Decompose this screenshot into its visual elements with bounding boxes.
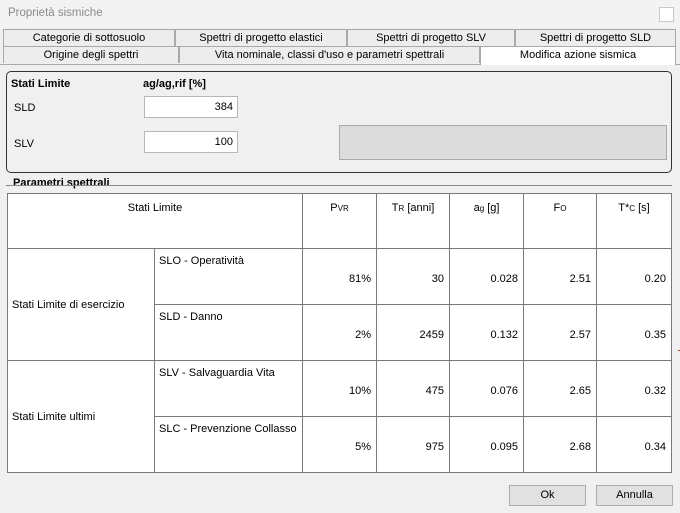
spectral-params-title: Parametri spettrali bbox=[13, 177, 110, 189]
pvr-main: P bbox=[330, 202, 338, 214]
table-row: Stati Limite di esercizio SLO - Operativ… bbox=[7, 248, 673, 361]
sld-label: SLD bbox=[14, 102, 36, 114]
cell-fo: 2.68 bbox=[523, 416, 598, 473]
cell-ag: 0.028 bbox=[449, 248, 525, 305]
col-header-tr: TR [anni] bbox=[376, 193, 451, 249]
cancel-button[interactable]: Annulla bbox=[596, 485, 673, 506]
sld-ratio-input[interactable]: 384 bbox=[144, 96, 238, 118]
col-header-tc: T*C [s] bbox=[596, 193, 673, 249]
spectral-params-table: Stati Limite PVR TR [anni] ag [g] FO T*C… bbox=[6, 193, 673, 473]
cell-tc: 0.34 bbox=[596, 416, 673, 473]
title-bar: Proprietà sismiche bbox=[0, 0, 680, 28]
limit-states-panel: Stati Limite ag/ag,rif [%] SLD 384 SLV 1… bbox=[6, 71, 672, 173]
tab-spettri-elastici[interactable]: Spettri di progetto elastici bbox=[175, 29, 347, 46]
group-esercizio: Stati Limite di esercizio bbox=[7, 248, 155, 361]
cell-fo: 2.57 bbox=[523, 304, 598, 361]
col-header-fo: FO bbox=[523, 193, 598, 249]
cell-tr: 2459 bbox=[376, 304, 451, 361]
fo-sub: O bbox=[560, 204, 567, 213]
tab-row-2: Origine degli spettri Vita nominale, cla… bbox=[0, 46, 680, 65]
window-title: Proprietà sismiche bbox=[8, 7, 103, 19]
tab-vita-nominale[interactable]: Vita nominale, classi d'uso e parametri … bbox=[179, 46, 480, 63]
tab-row-1: Categorie di sottosuolo Spettri di proge… bbox=[0, 29, 680, 46]
cell-pvr: 81% bbox=[302, 248, 378, 305]
row-name: SLD - Danno bbox=[153, 304, 304, 361]
tab-origine-spettri[interactable]: Origine degli spettri bbox=[3, 46, 179, 63]
cell-tc: 0.32 bbox=[596, 360, 673, 417]
cell-pvr: 2% bbox=[302, 304, 378, 361]
tc-unit: [s] bbox=[635, 202, 650, 214]
cell-tc: 0.35 bbox=[596, 304, 673, 361]
ag-unit: [g] bbox=[484, 202, 500, 214]
cell-pvr: 10% bbox=[302, 360, 378, 417]
tab-spettri-sld[interactable]: Spettri di progetto SLD bbox=[515, 29, 676, 46]
ratio-header: ag/ag,rif [%] bbox=[143, 78, 206, 90]
cell-tr: 475 bbox=[376, 360, 451, 417]
tc-main: T* bbox=[618, 202, 630, 214]
close-button[interactable] bbox=[659, 7, 674, 22]
tr-main: T bbox=[391, 202, 399, 214]
tab-modifica-azione-sismica[interactable]: Modifica azione sismica bbox=[480, 46, 676, 65]
preview-area bbox=[339, 125, 667, 160]
pvr-sub: VR bbox=[337, 204, 349, 213]
group-ultimi: Stati Limite ultimi bbox=[7, 360, 155, 473]
cell-pvr: 5% bbox=[302, 416, 378, 473]
slv-ratio-input[interactable]: 100 bbox=[144, 131, 238, 153]
cell-ag: 0.132 bbox=[449, 304, 525, 361]
row-name: SLC - Prevenzione Collasso bbox=[153, 416, 304, 473]
cell-fo: 2.51 bbox=[523, 248, 598, 305]
tab-categorie-sottosuolo[interactable]: Categorie di sottosuolo bbox=[3, 29, 175, 46]
row-name: SLO - Operatività bbox=[153, 248, 304, 305]
tr-unit: [anni] bbox=[404, 202, 435, 214]
cell-tc: 0.20 bbox=[596, 248, 673, 305]
ok-button[interactable]: Ok bbox=[509, 485, 586, 506]
slv-label: SLV bbox=[14, 138, 34, 150]
table-row: Stati Limite ultimi SLV - Salvaguardia V… bbox=[7, 360, 673, 473]
limit-states-header: Stati Limite bbox=[11, 78, 71, 90]
cell-tr: 30 bbox=[376, 248, 451, 305]
row-name: SLV - Salvaguardia Vita bbox=[153, 360, 304, 417]
cell-ag: 0.076 bbox=[449, 360, 525, 417]
cell-fo: 2.65 bbox=[523, 360, 598, 417]
ratio-header-unit: [%] bbox=[188, 78, 206, 90]
section-divider bbox=[6, 185, 672, 186]
ratio-header-main: ag/ag,rif bbox=[143, 78, 186, 90]
cell-ag: 0.095 bbox=[449, 416, 525, 473]
tab-spettri-slv[interactable]: Spettri di progetto SLV bbox=[347, 29, 515, 46]
col-header-pvr: PVR bbox=[302, 193, 378, 249]
col-header-ag: ag [g] bbox=[449, 193, 525, 249]
col-header-stati-limite: Stati Limite bbox=[6, 193, 304, 249]
cell-tr: 975 bbox=[376, 416, 451, 473]
